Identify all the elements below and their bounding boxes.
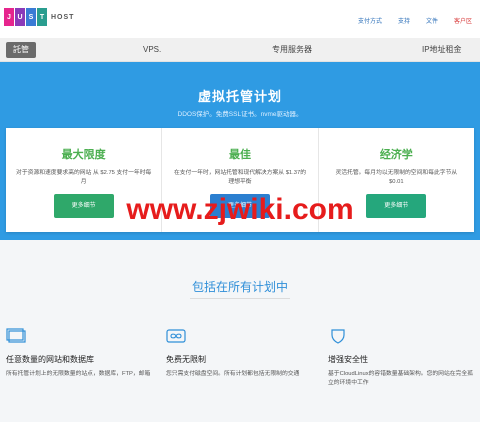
shield-icon	[331, 329, 345, 344]
hero-title: 虚拟托管计划	[197, 89, 282, 104]
feature-title: 免费无限制	[166, 355, 206, 364]
client-area-link[interactable]: 客户区	[454, 16, 472, 25]
feature-free-unlimited: 免费无限制 您只需支付磁盘空间。所有计划都包括无限制的交通	[166, 328, 316, 379]
nav-item-dedicated[interactable]: 专用服务器	[272, 38, 312, 62]
feature-description: 所有托管计划上的无限数量的站点，数据库，FTP，邮箱	[6, 371, 151, 377]
heading-divider	[190, 298, 290, 299]
feature-security: 增强安全性 基于CloudLinux的容错数量基础架构。您的网站在完全孤立的环境…	[328, 328, 478, 388]
plan-title: 经济学	[379, 149, 413, 161]
plan-title: 最大限度	[61, 149, 106, 161]
hero-subtitle: DDOS保护。免费SSL证书。nvme驱动器。	[177, 111, 303, 118]
logo-tile: T	[37, 8, 47, 26]
plan-description: 在支付一年时，网站托管和现代解决方案从 $1.37的理想平衡	[173, 170, 307, 185]
top-links: 支付方式 支持 文件 客户区	[358, 16, 472, 25]
feature-title: 任意数量的网站和数据库	[6, 355, 94, 364]
justhost-logo[interactable]: J U S T HOST	[4, 8, 74, 26]
features-heading: 包括在所有计划中	[191, 280, 288, 294]
plan-description: 对于资源和速度要求高的网站 从 $2.75 支付一年时每月	[16, 170, 152, 185]
logo-suffix: HOST	[51, 13, 75, 21]
support-link[interactable]: 支持	[398, 16, 410, 25]
feature-sites-databases: 任意数量的网站和数据库 所有托管计划上的无限数量的站点，数据库，FTP，邮箱	[6, 328, 156, 379]
nav-item-hosting[interactable]: 託管	[6, 42, 36, 58]
feature-title: 增强安全性	[328, 355, 368, 364]
plan-description: 灵活托管。每月均以无限制的空间和每此字节从$0.01	[335, 170, 458, 185]
feature-description: 您只需支付磁盘空间。所有计划都包括无限制的交通	[166, 371, 300, 377]
payment-methods-link[interactable]: 支付方式	[358, 16, 382, 25]
logo-tile: S	[26, 8, 36, 26]
feature-description: 基于CloudLinux的容错数量基础架构。您的网站在完全孤立的环境中工作	[328, 371, 473, 386]
monitor-icon	[6, 328, 26, 343]
logo-tile: U	[15, 8, 25, 26]
watermark-text: www.zjwiki.com	[126, 193, 354, 226]
features-section: 包括在所有计划中 任意数量的网站和数据库 所有托管计划上的无限数量的站点，数据库…	[0, 240, 480, 422]
main-nav: 託管 VPS. 专用服务器 IP地址租金	[0, 38, 480, 62]
nav-item-ip-rental[interactable]: IP地址租金	[422, 38, 462, 62]
plan-title: 最佳	[228, 149, 251, 161]
logo-tile: J	[4, 8, 14, 26]
infinity-icon	[166, 329, 186, 343]
site-header: J U S T HOST 支付方式 支持 文件 客户区	[0, 0, 480, 38]
nav-item-vps[interactable]: VPS.	[143, 38, 161, 62]
files-link[interactable]: 文件	[426, 16, 438, 25]
